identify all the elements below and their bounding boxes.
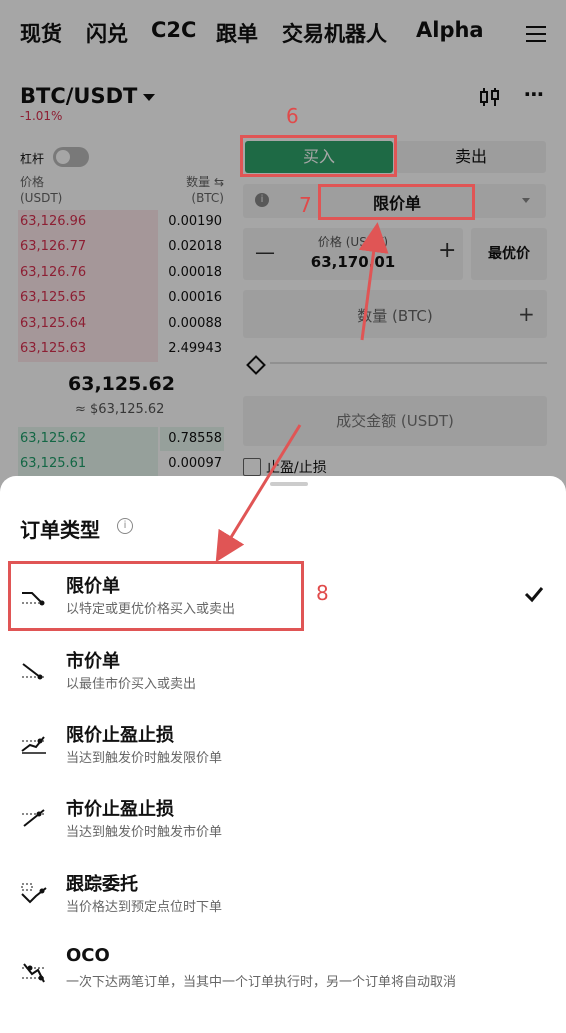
annotation-arrows [215,222,389,563]
